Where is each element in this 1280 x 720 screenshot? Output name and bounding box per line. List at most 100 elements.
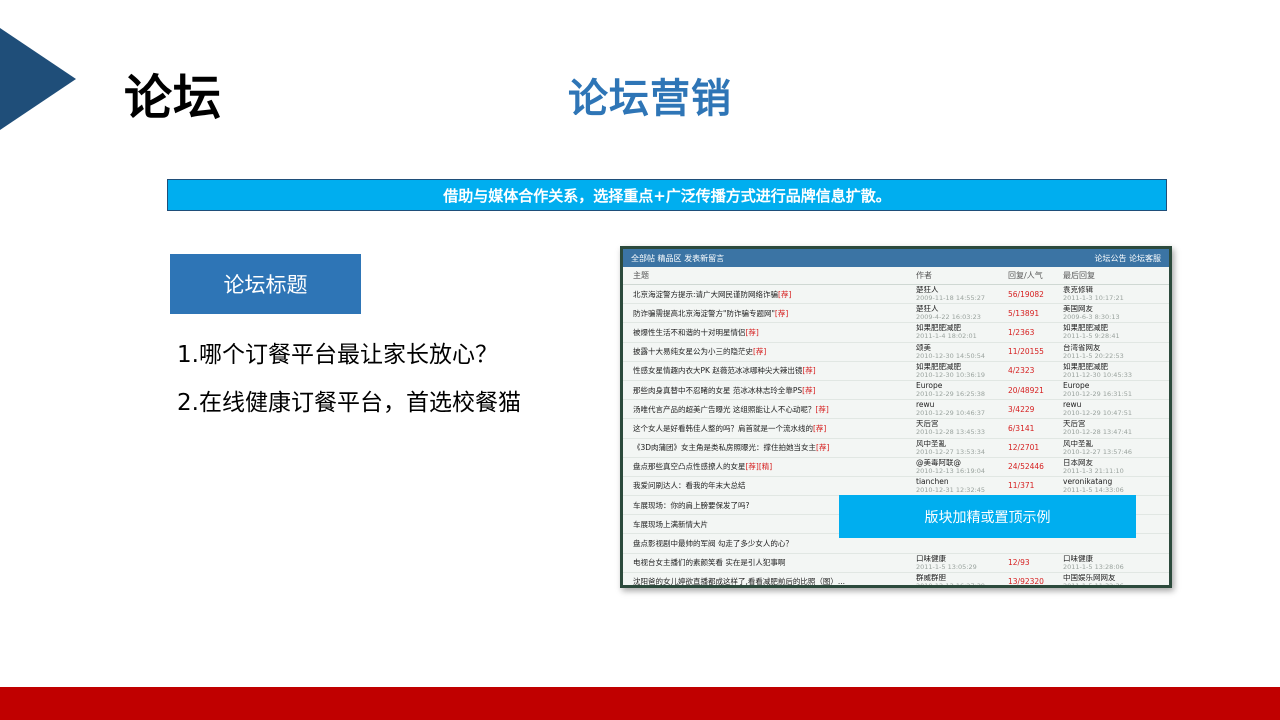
table-row[interactable]: 防诈骗需提高北京海淀警方"防诈骗专题网"[荐] 楚狂人 2009-4-22 16:0… xyxy=(623,304,1169,324)
header-replies: 回复/人气 xyxy=(1008,271,1043,280)
row-author-name[interactable]: 如果肥肥减肥 xyxy=(916,363,1008,371)
row-replies: 12/93 xyxy=(1008,558,1030,568)
table-row[interactable]: 电视台女主播们的素颜笑看 实在是引人犯事啊 口味健康 2011-1-5 13:05:… xyxy=(623,554,1169,573)
table-row[interactable]: 披露十大易纯女星公为小三的隐茫史[荐] 颂美 2010-12-30 14:50:54… xyxy=(623,343,1169,362)
row-subject[interactable]: 汤唯代言产品的超美广告曝光 这组照能让人不心动呢？[荐] xyxy=(623,404,916,415)
corner-arrow-decoration xyxy=(0,28,76,130)
row-subject-text[interactable]: 《3D肉蒲团》女主角是类私房照曝光：撑住拍她当女主 xyxy=(633,443,816,452)
row-last-reply-name[interactable]: 天后宫 xyxy=(1063,420,1163,428)
row-author-name[interactable]: tianchen xyxy=(916,478,1008,486)
row-author: 口味健康 2011-1-5 13:05:29 xyxy=(916,555,1008,571)
row-subject-text[interactable]: 披露十大易纯女星公为小三的隐茫史 xyxy=(633,347,753,356)
table-row[interactable]: 我爱问刷达人：看我的年末大总结 tianchen 2010-12-31 12:32:… xyxy=(623,477,1169,497)
row-last-reply-name[interactable]: 如果肥肥减肥 xyxy=(1063,363,1163,371)
row-subject[interactable]: 被爆性生活不和谐的十对明星情侣[荐] xyxy=(623,327,916,338)
row-author-date: 2010-12-31 12:32:45 xyxy=(916,485,986,494)
row-last-reply-name[interactable]: 美国网友 xyxy=(1063,305,1163,313)
row-last-reply-date: 2011-1-5 11:32:36 xyxy=(1063,581,1124,588)
row-subject[interactable]: 盘点影视剧中最帅的军阀 勾走了多少女人的心？ xyxy=(623,538,916,549)
row-last-reply-date: 2009-6-3 8:30:13 xyxy=(1063,313,1120,322)
row-subject[interactable]: 《3D肉蒲团》女主角是类私房照曝光：撑住拍她当女主[荐] xyxy=(623,442,916,453)
main-title: 论坛营销 xyxy=(568,76,732,122)
row-replies: 13/92320 xyxy=(1008,577,1044,587)
row-last-reply-name[interactable]: 中国娱乐网网友 xyxy=(1063,574,1163,582)
row-author-name[interactable]: 楚狂人 xyxy=(916,286,1008,294)
row-subject-text[interactable]: 性感女星情趣内衣大PK 赵薇范冰冰哪种尖大辣出镜 xyxy=(633,366,802,375)
row-author-name[interactable]: @美毒阿联@ xyxy=(916,459,1008,467)
row-replies: 5/13891 xyxy=(1008,308,1040,318)
row-subject[interactable]: 性感女星情趣内衣大PK 赵薇范冰冰哪种尖大辣出镜[荐] xyxy=(623,365,916,376)
table-row[interactable]: 性感女星情趣内衣大PK 赵薇范冰冰哪种尖大辣出镜[荐] 如果肥肥减肥 2010-12… xyxy=(623,362,1169,381)
row-author-name[interactable]: 楚狂人 xyxy=(916,305,1008,313)
row-subject[interactable]: 披露十大易纯女星公为小三的隐茫史[荐] xyxy=(623,346,916,357)
table-row[interactable]: 北京海淀警方提示:请广大网民谨防网络诈骗[荐] 楚狂人 2009-11-18 14:… xyxy=(623,285,1169,305)
question-list: 1.哪个订餐平台最让家长放心？ 2.在线健康订餐平台，首选校餐猫 xyxy=(177,343,521,439)
row-author-date: 2009-4-22 16:03:23 xyxy=(916,313,981,322)
row-last-reply-name[interactable]: 如果肥肥减肥 xyxy=(1063,324,1163,332)
row-subject-text[interactable]: 车展现场：你的肩上膀要保发了吗? xyxy=(633,501,749,510)
row-author-date: 2010-12-13 16:19:04 xyxy=(916,466,986,475)
row-last-reply-name[interactable]: Europe xyxy=(1063,382,1163,390)
row-tag: [荐][精] xyxy=(745,462,773,472)
row-subject-text[interactable]: 这个女人是好看韩佳人整的吗？肩首就是一个流水线的 xyxy=(633,424,813,433)
row-author: Europe 2010-12-29 16:25:38 xyxy=(916,382,1008,398)
row-author-name[interactable]: 风中圣亂 xyxy=(916,440,1008,448)
strategy-banner: 借助与媒体合作关系，选择重点+广泛传播方式进行品牌信息扩散。 xyxy=(167,179,1167,211)
row-subject[interactable]: 我爱问刷达人：看我的年末大总结 xyxy=(623,480,916,491)
forum-nav-right[interactable]: 论坛公告 论坛客服 xyxy=(1094,253,1161,264)
row-author-name[interactable]: Europe xyxy=(916,382,1008,390)
row-author: @美毒阿联@ 2010-12-13 16:19:04 xyxy=(916,459,1008,475)
table-row[interactable]: 《3D肉蒲团》女主角是类私房照曝光：撑住拍她当女主[荐] 风中圣亂 2010-12-… xyxy=(623,439,1169,458)
row-subject-text[interactable]: 那些肉身真替中不忍睹的女星 范冰冰林志玲全靠PS xyxy=(633,386,802,395)
row-subject-text[interactable]: 车展现场上满新情大片 xyxy=(633,520,708,529)
row-replies: 56/19082 xyxy=(1008,289,1044,299)
row-last-reply-name[interactable]: 风中圣亂 xyxy=(1063,440,1163,448)
row-author-name[interactable]: 天后宫 xyxy=(916,420,1008,428)
row-last-reply-name[interactable]: veronikatang xyxy=(1063,478,1163,486)
row-author-date: 2011-1-4 18:02:01 xyxy=(916,332,977,341)
row-last-reply-date: 2010-12-28 13:47:41 xyxy=(1063,428,1133,437)
row-subject-text[interactable]: 被爆性生活不和谐的十对明星情侣 xyxy=(633,328,746,337)
row-subject[interactable]: 沈阳爸的女儿婷欲直播都成这样了,看看减肥前后的比照（图）... xyxy=(623,576,916,585)
row-subject-text[interactable]: 我爱问刷达人：看我的年末大总结 xyxy=(633,481,746,490)
row-last-reply-name[interactable]: 日本网友 xyxy=(1063,459,1163,467)
row-subject[interactable]: 北京海淀警方提示:请广大网民谨防网络诈骗[荐] xyxy=(623,289,916,300)
row-subject-text[interactable]: 电视台女主播们的素颜笑看 实在是引人犯事啊 xyxy=(633,558,785,567)
row-author-name[interactable]: 群威群胆 xyxy=(916,574,1008,582)
row-subject-text[interactable]: 防诈骗需提高北京海淀警方"防诈骗专题网" xyxy=(633,309,775,318)
table-row[interactable]: 汤唯代言产品的超美广告曝光 这组照能让人不心动呢？[荐] rewu 2010-12-… xyxy=(623,400,1169,420)
forum-nav-left[interactable]: 全部帖 精品区 发表新留言 xyxy=(631,253,724,264)
row-last-reply: Europe 2010-12-29 16:31:51 xyxy=(1063,382,1163,398)
row-subject-text[interactable]: 北京海淀警方提示:请广大网民谨防网络诈骗 xyxy=(633,290,778,299)
row-author-name[interactable]: 口味健康 xyxy=(916,555,1008,563)
row-subject-text[interactable]: 沈阳爸的女儿婷欲直播都成这样了,看看减肥前后的比照（图）... xyxy=(633,577,845,585)
row-author-date: 2009-11-18 14:55:27 xyxy=(916,294,986,303)
row-last-reply: 口味健康 2011-1-5 13:28:06 xyxy=(1063,555,1163,571)
row-last-reply-name[interactable]: 台湾省网友 xyxy=(1063,344,1163,352)
row-subject-text[interactable]: 盘点影视剧中最帅的军阀 勾走了多少女人的心？ xyxy=(633,539,793,548)
row-last-reply-name[interactable]: rewu xyxy=(1063,401,1163,409)
row-author-name[interactable]: 颂美 xyxy=(916,344,1008,352)
row-subject[interactable]: 电视台女主播们的素颜笑看 实在是引人犯事啊 xyxy=(623,557,916,568)
row-tag: [荐] xyxy=(774,308,789,318)
row-subject[interactable]: 盘点那些真空凸点性感撩人的女星[荐][精] xyxy=(623,461,916,472)
table-row[interactable]: 被爆性生活不和谐的十对明星情侣[荐] 如果肥肥减肥 2011-1-4 18:02:0… xyxy=(623,323,1169,343)
table-row[interactable]: 盘点那些真空凸点性感撩人的女星[荐][精] @美毒阿联@ 2010-12-13 16… xyxy=(623,458,1169,477)
row-author: 如果肥肥减肥 2010-12-30 10:36:19 xyxy=(916,363,1008,379)
row-author-date: 2010-12-30 14:50:54 xyxy=(916,351,986,360)
row-author-name[interactable]: rewu xyxy=(916,401,1008,409)
row-author: 如果肥肥减肥 2011-1-4 18:02:01 xyxy=(916,324,1008,340)
forum-title-label: 论坛标题 xyxy=(170,254,361,314)
row-subject-text[interactable]: 汤唯代言产品的超美广告曝光 这组照能让人不心动呢？ xyxy=(633,405,815,414)
row-last-reply-name[interactable]: 口味健康 xyxy=(1063,555,1163,563)
table-row[interactable]: 沈阳爸的女儿婷欲直播都成这样了,看看减肥前后的比照（图）... 群威群胆 2010-… xyxy=(623,573,1169,588)
row-subject[interactable]: 这个女人是好看韩佳人整的吗？肩首就是一个流水线的[荐] xyxy=(623,423,916,434)
row-last-reply-date: 2011-1-3 21:11:10 xyxy=(1063,466,1124,475)
row-last-reply-name[interactable]: 袁克修辑 xyxy=(1063,286,1163,294)
row-subject-text[interactable]: 盘点那些真空凸点性感撩人的女星 xyxy=(633,462,746,471)
table-row[interactable]: 那些肉身真替中不忍睹的女星 范冰冰林志玲全靠PS[荐] Europe 2010-12… xyxy=(623,381,1169,401)
row-author-name[interactable]: 如果肥肥减肥 xyxy=(916,324,1008,332)
row-subject[interactable]: 防诈骗需提高北京海淀警方"防诈骗专题网"[荐] xyxy=(623,308,916,319)
table-row[interactable]: 这个女人是好看韩佳人整的吗？肩首就是一个流水线的[荐] 天后宫 2010-12-28… xyxy=(623,419,1169,439)
row-subject[interactable]: 那些肉身真替中不忍睹的女星 范冰冰林志玲全靠PS[荐] xyxy=(623,385,916,396)
